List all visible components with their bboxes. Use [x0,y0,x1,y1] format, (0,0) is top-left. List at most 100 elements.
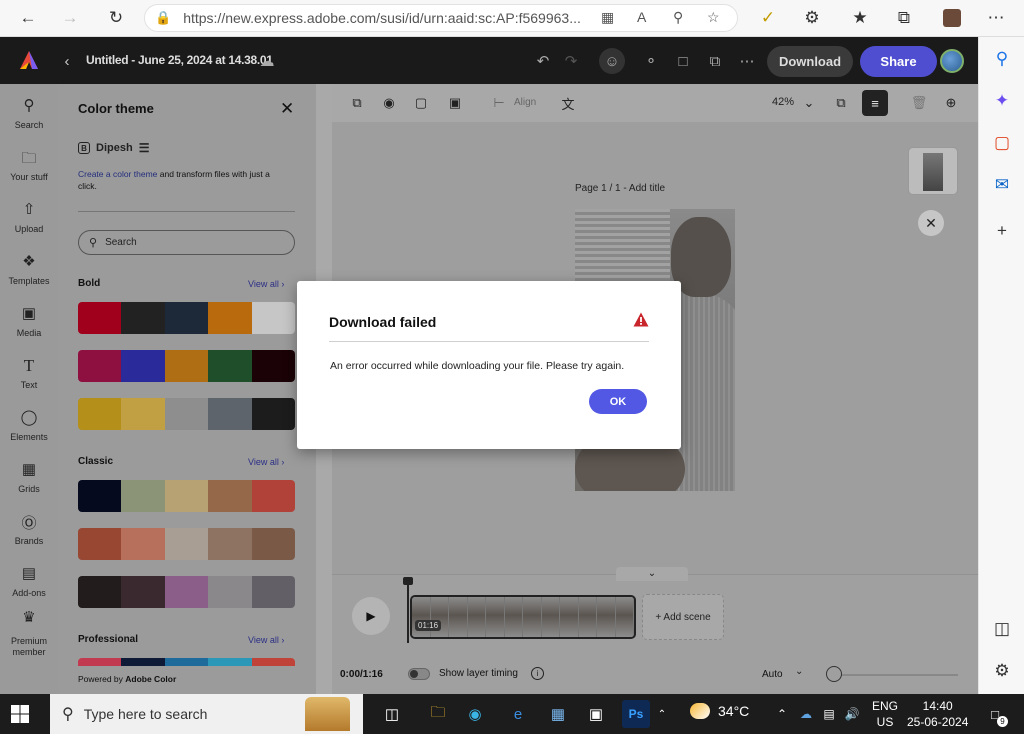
terminal-icon[interactable]: ▣ [582,700,610,728]
notification-icon[interactable]: □ 9 [984,703,1008,727]
rail-item-your-stuff[interactable]: 🗀 Your stuff [0,148,58,182]
palette-classic-2[interactable] [78,528,295,560]
zoom-icon[interactable]: ⚲ [673,9,683,26]
file-explorer-icon[interactable]: 🗀 [424,700,452,728]
rail-item-grids[interactable]: ▦ Grids [0,460,58,494]
rail-item-addons[interactable]: ▤ Add-ons [0,564,58,598]
palette-professional-1[interactable] [78,658,295,666]
search-input[interactable]: ⚲ Search [78,230,295,255]
address-bar[interactable]: 🔒 https://new.express.adobe.com/susi/id/… [144,4,738,32]
task-view-icon[interactable]: ◫ [378,700,406,728]
play-button[interactable]: ▶ [352,597,390,635]
collections-icon[interactable]: ⧉ [892,6,916,30]
palette-classic-1[interactable] [78,480,295,512]
extension-icon[interactable]: ✓ [756,6,780,30]
rail-item-brands[interactable]: Ⓞ Brands [0,512,58,546]
back-arrow-icon[interactable]: ← [16,6,40,30]
page-title[interactable]: Page 1 / 1 - Add title [575,183,665,194]
playhead[interactable] [403,577,413,643]
layers-icon[interactable]: ⧉ [832,94,850,112]
delete-icon[interactable]: 🗑 [910,94,928,112]
edge-browser-icon[interactable]: ◉ [461,700,489,728]
chevron-down-icon[interactable]: ⌄ [800,94,818,112]
timeline-zoom-slider[interactable] [828,674,958,676]
chevron-down-icon[interactable]: ⌄ [795,666,803,677]
layer-timing-toggle[interactable] [408,668,430,680]
download-button[interactable]: Download [767,46,853,77]
rail-item-text[interactable]: T Text [0,356,58,390]
align-label[interactable]: Align [514,97,536,108]
rail-item-elements[interactable]: ◯ Elements [0,408,58,442]
add-icon[interactable]: + [990,219,1014,243]
auto-dropdown[interactable]: Auto [762,669,783,680]
adjust-icon[interactable]: ≡ [862,90,888,116]
share-button[interactable]: Share [860,46,937,77]
rail-item-upload[interactable]: ⇧ Upload [0,200,58,234]
forward-arrow-icon[interactable]: → [58,6,82,30]
office-icon[interactable]: ▢ [990,131,1014,155]
clock[interactable]: 14:40 25-06-2024 [907,698,968,730]
comment-icon[interactable]: □ [672,50,694,72]
rail-item-media[interactable]: ▣ Media [0,304,58,338]
outlook-icon[interactable]: ✉ [990,173,1014,197]
volume-icon[interactable]: 🔊 [838,700,866,728]
read-aloud-icon[interactable]: A [637,9,646,25]
redo-icon[interactable]: ↷ [560,50,582,72]
more-menu-icon[interactable]: ⋯ [984,6,1008,30]
weather-widget[interactable]: 34°C [690,703,749,719]
translate-icon[interactable]: 文 [559,94,577,112]
palette-bold-3[interactable] [78,398,295,430]
chevron-up-icon[interactable]: ⌃ [655,700,669,728]
chevron-down-icon[interactable]: ⌄ [616,567,688,581]
invite-icon[interactable]: ☺ [599,48,625,74]
favorites-icon[interactable]: ★ [848,6,872,30]
info-icon[interactable]: i [531,667,544,680]
frame-icon[interactable]: ▢ [412,94,430,112]
favorite-add-icon[interactable]: ☆ [707,9,720,26]
document-title[interactable]: Untitled - June 25, 2024 at 14.38.01 [86,53,273,67]
view-all-bold-link[interactable]: View all › [248,279,284,289]
rail-item-premium[interactable]: ♛ Premium member [0,610,58,658]
versions-icon[interactable]: ⧉ [704,50,726,72]
create-theme-link[interactable]: Create a color theme [78,169,157,179]
crop-icon[interactable]: ▣ [446,94,464,112]
ok-button[interactable]: OK [589,389,647,414]
palette-bold-2[interactable] [78,350,295,382]
chevron-left-icon[interactable]: ‹ [56,50,78,72]
internet-explorer-icon[interactable]: e [504,700,532,728]
slider-handle[interactable] [826,666,842,682]
rail-item-search[interactable]: ⚲ Search [0,96,58,130]
language-indicator[interactable]: ENG US [872,698,898,730]
copilot-icon[interactable]: ✦ [990,89,1014,113]
user-profile-icon[interactable] [940,6,964,30]
view-all-classic-link[interactable]: View all › [248,457,284,467]
avatar[interactable] [940,49,964,73]
sidebar-toggle-icon[interactable]: ◫ [990,617,1014,641]
search-icon[interactable]: ⚲ [990,47,1014,71]
view-all-professional-link[interactable]: View all › [248,635,284,645]
computer-icon[interactable]: ▦ [544,700,572,728]
photoshop-icon[interactable]: Ps [622,700,650,728]
app-available-icon[interactable]: ▦ [601,9,614,26]
align-icon[interactable]: ⊢ [490,94,508,112]
windows-start-icon[interactable] [10,704,30,724]
page-thumbnail[interactable] [908,147,958,195]
close-icon[interactable]: ✕ [280,99,294,119]
list-menu-icon[interactable]: ☰ [139,141,150,155]
zoom-level[interactable]: 42% [772,96,794,108]
brand-selector[interactable]: B Dipesh ☰ [78,141,149,155]
extensions-puzzle-icon[interactable]: ⚙ [800,6,824,30]
clip-track[interactable] [410,595,636,639]
more-options-icon[interactable]: ⋯ [736,50,758,72]
color-palette-icon[interactable]: ◉ [380,94,398,112]
settings-gear-icon[interactable]: ⚙ [990,659,1014,683]
cloud-icon[interactable]: ☁ [256,50,278,72]
add-page-icon[interactable]: ⊕ [942,94,960,112]
rail-item-templates[interactable]: ❖ Templates [0,252,58,286]
refresh-icon[interactable]: ↻ [104,6,128,30]
close-icon[interactable]: ✕ [918,210,944,236]
replace-icon[interactable]: ⧉ [348,94,366,112]
undo-icon[interactable]: ↶ [532,50,554,72]
palette-bold-1[interactable] [78,302,295,334]
adobe-express-logo-icon[interactable] [18,49,40,71]
